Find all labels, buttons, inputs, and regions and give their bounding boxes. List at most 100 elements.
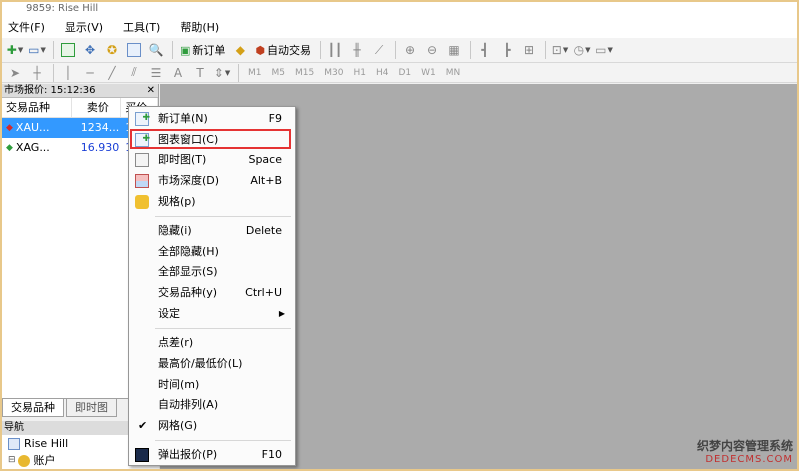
menu-item-shortcut: Ctrl+U <box>245 286 282 299</box>
timeframe-d1[interactable]: D1 <box>398 68 411 78</box>
tab-symbols[interactable]: 交易品种 <box>2 399 64 417</box>
terminal-icon <box>8 437 20 450</box>
channel-icon[interactable]: ⫽ <box>124 63 144 83</box>
chart-shift-icon[interactable]: ┫ <box>475 40 495 60</box>
terminal-icon[interactable] <box>124 40 144 60</box>
text-label-icon[interactable]: T <box>190 63 210 83</box>
menu-item-label: 新订单(N) <box>158 112 208 125</box>
metaeditor-icon[interactable]: ◆ <box>230 40 250 60</box>
bar-chart-icon[interactable]: ┃┃ <box>325 40 345 60</box>
menu-item-specification[interactable]: 规格(p) <box>129 192 295 212</box>
menu-item-spread[interactable]: 点差(r) <box>129 333 295 353</box>
menu-item-label: 时间(m) <box>158 378 200 391</box>
title-bar: 9859: Rise Hill <box>2 2 797 18</box>
market-watch-icon[interactable] <box>58 40 78 60</box>
auto-trade-button[interactable]: ⬢ 自动交易 <box>252 40 314 60</box>
timeframe-mn[interactable]: MN <box>446 68 461 78</box>
symbol-label: XAG... <box>15 141 50 154</box>
menu-item-hide-all[interactable]: 全部隐藏(H) <box>129 242 295 262</box>
tile-windows-icon[interactable]: ▦ <box>444 40 464 60</box>
timeframe-m30[interactable]: M30 <box>324 68 343 78</box>
auto-scroll-icon[interactable]: ┣ <box>497 40 517 60</box>
symbol-cell: ◆ XAG... <box>2 138 72 158</box>
menu-item-new-order[interactable]: ✚ 新订单(N) F9 <box>129 109 295 129</box>
menu-item-grid[interactable]: ✔ 网格(G) <box>129 416 295 436</box>
timeframe-h4[interactable]: H4 <box>376 68 389 78</box>
menu-item-high-low[interactable]: 最高价/最低价(L) <box>129 354 295 374</box>
new-order-button[interactable]: ▣ 新订单 <box>177 40 228 60</box>
menu-help[interactable]: 帮助(H) <box>174 18 225 38</box>
menu-item-shortcut: F9 <box>268 112 282 125</box>
vertical-line-icon[interactable]: │ <box>58 63 78 83</box>
menu-item-auto-arrange[interactable]: 自动排列(A) <box>129 395 295 415</box>
menu-item-label: 市场深度(D) <box>158 174 220 187</box>
tab-tick-chart[interactable]: 即时图 <box>66 399 117 417</box>
timeframe-m1[interactable]: M1 <box>248 68 262 78</box>
line-chart-icon[interactable]: ⟋ <box>369 40 389 60</box>
indicators-icon[interactable]: ⊞ <box>519 40 539 60</box>
column-symbol[interactable]: 交易品种 <box>2 98 72 117</box>
menu-item-hide[interactable]: 隐藏(i) Delete <box>129 221 295 241</box>
horizontal-line-icon[interactable]: ─ <box>80 63 100 83</box>
menu-item-label: 最高价/最低价(L) <box>158 357 243 370</box>
menu-item-market-depth[interactable]: 市场深度(D) Alt+B <box>129 171 295 191</box>
auto-trade-icon: ⬢ <box>255 43 266 57</box>
menu-tools[interactable]: 工具(T) <box>117 18 166 38</box>
templates-chart-icon[interactable]: ▭ ▼ <box>594 40 614 60</box>
navigator-icon[interactable]: ✪ <box>102 40 122 60</box>
menu-view[interactable]: 显示(V) <box>59 18 109 38</box>
menu-item-shortcut: Alt+B <box>250 174 282 187</box>
menu-item-time[interactable]: 时间(m) <box>129 375 295 395</box>
drawing-toolbar: ➤ ┼ │ ─ ╱ ⫽ ☰ A T ⇕ ▼ M1 M5 M15 M30 H1 H4… <box>2 63 797 83</box>
menu-item-shortcut: Delete <box>245 224 282 237</box>
fibonacci-icon[interactable]: ☰ <box>146 63 166 83</box>
candlestick-icon[interactable]: ╫ <box>347 40 367 60</box>
close-icon[interactable]: ✕ <box>147 84 155 98</box>
column-bid[interactable]: 卖价 <box>72 98 122 117</box>
symbol-label: XAU... <box>15 121 50 134</box>
menu-item-popup-prices[interactable]: 弹出报价(P) F10 <box>129 445 295 465</box>
timeframe-w1[interactable]: W1 <box>421 68 436 78</box>
crosshair-icon[interactable]: ┼ <box>27 63 47 83</box>
toolbar-separator <box>320 41 322 59</box>
specification-icon <box>135 195 149 209</box>
highlight-box <box>130 129 291 149</box>
menu-item-label: 设定 <box>158 307 180 320</box>
profiles-icon[interactable]: ▭ ▼ <box>27 40 47 60</box>
menu-separator <box>155 328 291 329</box>
expand-icon[interactable]: ⊟ <box>8 452 16 469</box>
checkmark-icon: ✔ <box>138 419 148 432</box>
symbol-cell: ◆ XAU... <box>2 118 72 138</box>
templates-icon[interactable]: ⊡ ▼ <box>550 40 570 60</box>
menu-item-settings[interactable]: 设定 ▶ <box>129 304 295 324</box>
toolbar-separator <box>545 41 547 59</box>
new-chart-icon[interactable]: ✚ ▼ <box>5 40 25 60</box>
timeframe-h1[interactable]: H1 <box>353 68 366 78</box>
arrows-icon[interactable]: ⇕ ▼ <box>212 63 232 83</box>
market-watch-header: 市场报价: 15:12:36 ✕ <box>2 84 158 98</box>
timeframe-m15[interactable]: M15 <box>295 68 314 78</box>
data-window-icon[interactable]: ✥ <box>80 40 100 60</box>
context-menu: ✚ 新订单(N) F9 ✚ 图表窗口(C) 即时图(T) Space 市场深度(… <box>128 106 296 466</box>
zoom-out-icon[interactable]: ⊖ <box>422 40 442 60</box>
menu-file[interactable]: 文件(F) <box>2 18 51 38</box>
menu-item-tick-chart[interactable]: 即时图(T) Space <box>129 150 295 170</box>
zoom-in-icon[interactable]: ⊕ <box>400 40 420 60</box>
strategy-tester-icon[interactable]: 🔍 <box>146 40 166 60</box>
trendline-icon[interactable]: ╱ <box>102 63 122 83</box>
menu-item-shortcut: Space <box>248 153 282 166</box>
menu-item-label: 即时图(T) <box>158 153 207 166</box>
toolbar-separator <box>470 41 472 59</box>
menu-separator <box>155 440 291 441</box>
menu-item-label: 交易品种(y) <box>158 286 218 299</box>
menu-item-label: 规格(p) <box>158 195 196 208</box>
watermark: 织梦内容管理系统 DEDECMS.COM <box>697 437 793 465</box>
menu-item-label: 自动排列(A) <box>158 398 219 411</box>
text-icon[interactable]: A <box>168 63 188 83</box>
cursor-icon[interactable]: ➤ <box>5 63 25 83</box>
menu-item-show-all[interactable]: 全部显示(S) <box>129 262 295 282</box>
toolbar-separator <box>53 41 54 59</box>
menu-item-symbols[interactable]: 交易品种(y) Ctrl+U <box>129 283 295 303</box>
periods-clock-icon[interactable]: ◷ ▼ <box>572 40 592 60</box>
timeframe-m5[interactable]: M5 <box>272 68 286 78</box>
